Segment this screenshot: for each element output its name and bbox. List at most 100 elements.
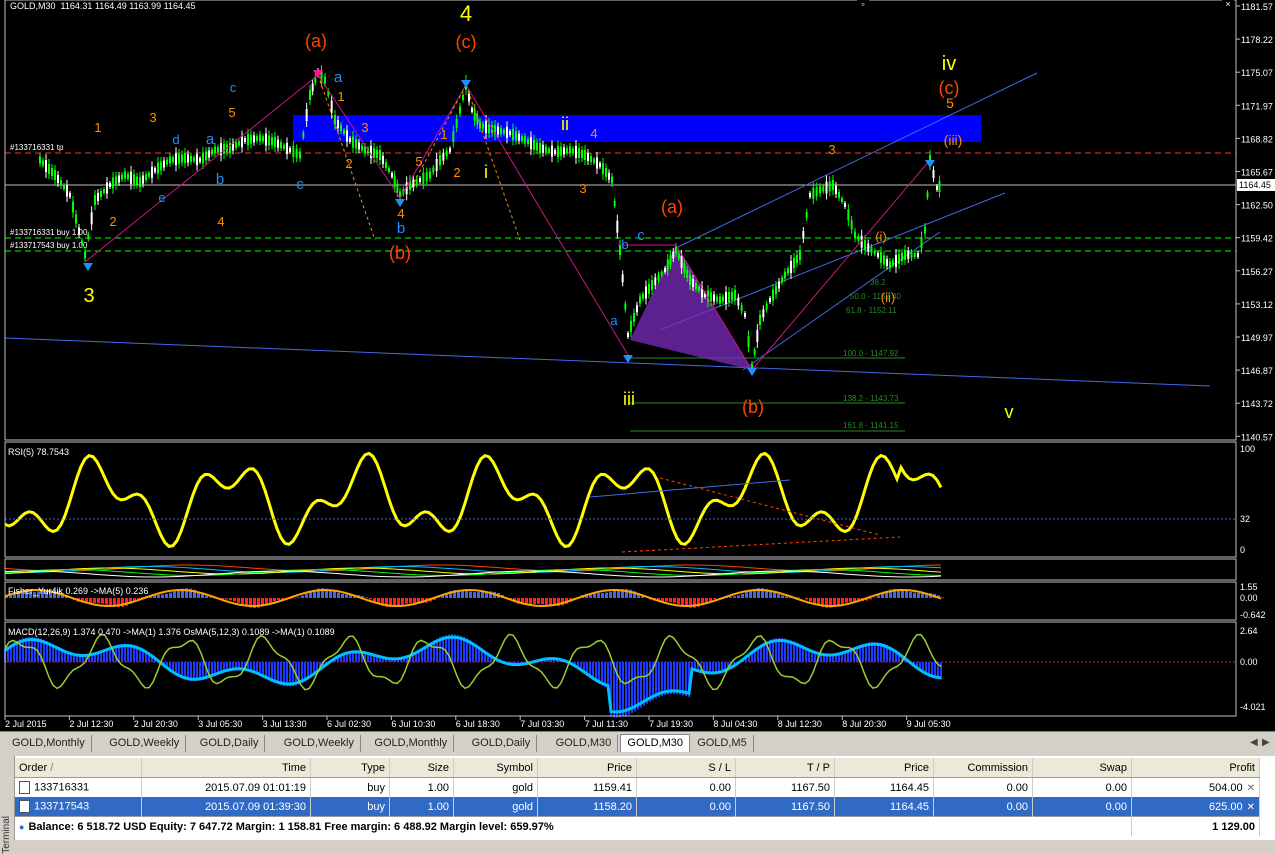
- candle-body: [396, 184, 398, 193]
- wave-label: (c): [456, 32, 477, 52]
- candle-body: [924, 227, 926, 234]
- wave-label: a: [334, 69, 343, 86]
- fisher-bar: [541, 598, 544, 604]
- order-tp-label: #133716331 tp: [10, 143, 64, 152]
- fisher-bar: [737, 595, 740, 598]
- col-tp[interactable]: T / P: [736, 758, 835, 778]
- candle-body: [133, 174, 135, 184]
- col-symbol[interactable]: Symbol: [454, 758, 538, 778]
- candle-body: [819, 187, 821, 194]
- fisher-bar: [169, 593, 172, 598]
- candle-body: [352, 137, 354, 148]
- col-current-price[interactable]: Price: [835, 758, 934, 778]
- wave-label: 1: [94, 120, 101, 135]
- tab-gold-monthly[interactable]: GOLD,Monthly: [6, 735, 92, 752]
- col-price[interactable]: Price: [538, 758, 637, 778]
- fisher-bar: [613, 591, 616, 598]
- candle-body: [506, 127, 508, 138]
- candle-body: [847, 210, 849, 221]
- candle-body: [289, 148, 291, 152]
- candle-body: [184, 153, 186, 163]
- candle-body: [854, 232, 856, 239]
- fisher-bar: [333, 591, 336, 598]
- table-row[interactable]: 133717543 2015.07.09 01:39:30 buy 1.00 g…: [15, 797, 1260, 817]
- tab-gold-monthly[interactable]: GOLD,Monthly: [368, 735, 454, 752]
- macd-panel: [5, 634, 1236, 717]
- tab-scroll-right-icon[interactable]: ▶: [1262, 737, 1270, 748]
- fisher-bar: [909, 592, 912, 598]
- tab-gold-m5[interactable]: GOLD,M5: [691, 735, 754, 752]
- tab-gold-m30[interactable]: GOLD,M30: [550, 735, 619, 752]
- candle-body: [661, 272, 663, 276]
- candle-body: [45, 160, 47, 172]
- close-order-icon[interactable]: ✕: [1247, 783, 1255, 794]
- wave-label: (b): [742, 397, 764, 417]
- fib-label: 161.8 - 1141.15: [843, 421, 899, 430]
- col-order[interactable]: Order /: [15, 758, 142, 778]
- tab-gold-m30[interactable]: GOLD,M30: [620, 734, 690, 752]
- candle-body: [91, 212, 93, 224]
- fisher-bar: [601, 593, 604, 598]
- candle-body: [927, 193, 929, 198]
- close-order-icon[interactable]: ✕: [1247, 802, 1255, 813]
- time-tick-label: 6 Jul 18:30: [456, 719, 500, 729]
- panel-frame: [5, 582, 1236, 620]
- candle-body: [87, 234, 89, 239]
- candle-body: [127, 174, 129, 179]
- col-size[interactable]: Size: [390, 758, 454, 778]
- close-window-button[interactable]: ×: [1222, 0, 1234, 9]
- candle-body: [459, 107, 461, 114]
- resistance-zone: [293, 115, 981, 142]
- col-type[interactable]: Type: [311, 758, 390, 778]
- candle-body: [933, 170, 935, 178]
- candle-body: [196, 154, 198, 165]
- candle-body: [130, 172, 132, 184]
- tab-gold-daily[interactable]: GOLD,Daily: [194, 735, 266, 752]
- candle-body: [286, 143, 288, 154]
- price-tick-label: 1165.67: [1241, 168, 1273, 178]
- tab-gold-weekly[interactable]: GOLD,Weekly: [278, 735, 361, 752]
- candle-body: [268, 135, 270, 145]
- fisher-bar: [473, 592, 476, 598]
- tab-gold-daily[interactable]: GOLD,Daily: [466, 735, 538, 752]
- candle-body: [331, 101, 333, 113]
- price-panel: #133716331 tp#133716331 buy 1.00#1337175…: [5, 1, 1236, 431]
- wave-label: 5: [415, 154, 422, 169]
- candle-body: [867, 244, 869, 252]
- col-time[interactable]: Time: [142, 758, 311, 778]
- fib-label: 100.0 - 1147.92: [843, 349, 899, 358]
- candle-body: [446, 150, 448, 156]
- candle-body: [917, 253, 919, 257]
- wave-label: c: [296, 176, 304, 193]
- col-sl[interactable]: S / L: [637, 758, 736, 778]
- table-row[interactable]: 133716331 2015.07.09 01:01:19 buy 1.00 g…: [15, 778, 1260, 798]
- col-commission[interactable]: Commission: [934, 758, 1033, 778]
- candle-body: [877, 253, 879, 257]
- minimize-window-button[interactable]: ▫: [857, 0, 869, 9]
- tab-gold-weekly[interactable]: GOLD,Weekly: [103, 735, 186, 752]
- candle-body: [274, 137, 276, 147]
- macd-tick-label: -4.021: [1240, 702, 1266, 712]
- wave-label: 1: [337, 89, 344, 104]
- col-profit[interactable]: Profit: [1132, 758, 1260, 778]
- panel-frame: [5, 559, 1236, 580]
- chart-window[interactable]: #133716331 tp#133716331 buy 1.00#1337175…: [0, 0, 1275, 731]
- candle-body: [103, 189, 105, 193]
- time-tick-label: 9 Jul 05:30: [907, 719, 951, 729]
- tab-scroll-left-icon[interactable]: ◀: [1250, 737, 1258, 748]
- candle-body: [754, 350, 756, 355]
- candle-body: [748, 336, 750, 347]
- candle-body: [557, 146, 559, 157]
- wave-label: (a): [305, 31, 327, 51]
- candle-body: [302, 133, 304, 138]
- candle-body: [439, 155, 441, 165]
- candle-body: [376, 150, 378, 158]
- candle-body: [337, 120, 339, 128]
- fisher-bar: [733, 596, 736, 598]
- candle-body: [725, 292, 727, 304]
- candle-body: [566, 148, 568, 153]
- col-swap[interactable]: Swap: [1033, 758, 1132, 778]
- wave-label: 3: [83, 285, 94, 307]
- terminal-side-handle[interactable]: Terminal: [0, 756, 15, 840]
- chart-canvas[interactable]: #133716331 tp#133716331 buy 1.00#1337175…: [0, 0, 1275, 731]
